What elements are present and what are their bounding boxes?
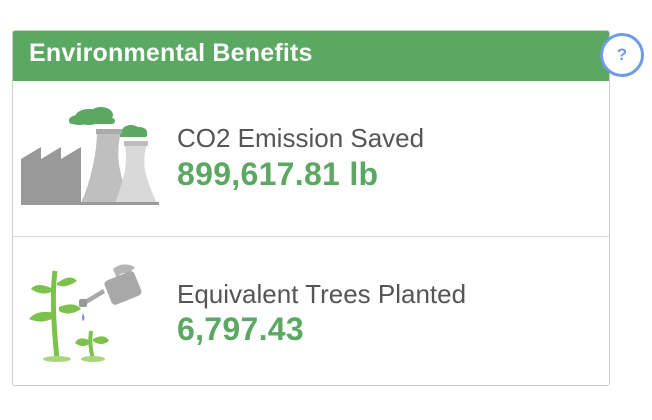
co2-emission-label: CO2 Emission Saved (177, 123, 425, 153)
trees-planted-value: 6,797.43 (177, 311, 304, 347)
factory-icon (21, 107, 159, 205)
help-button[interactable]: ? (600, 33, 644, 77)
trees-planted-row: Equivalent Trees Planted 6,797.43 (13, 237, 609, 385)
environmental-benefits-panel: Environmental Benefits CO2 Emission Save… (12, 30, 610, 386)
panel-title: Environmental Benefits (29, 39, 313, 67)
tree-watering-icon (29, 264, 142, 362)
panel-header: Environmental Benefits (13, 31, 609, 81)
trees-planted-label: Equivalent Trees Planted (177, 279, 467, 309)
co2-emission-row: CO2 Emission Saved 899,617.81 lb (13, 81, 609, 237)
co2-emission-value: 899,617.81 lb (177, 156, 379, 192)
